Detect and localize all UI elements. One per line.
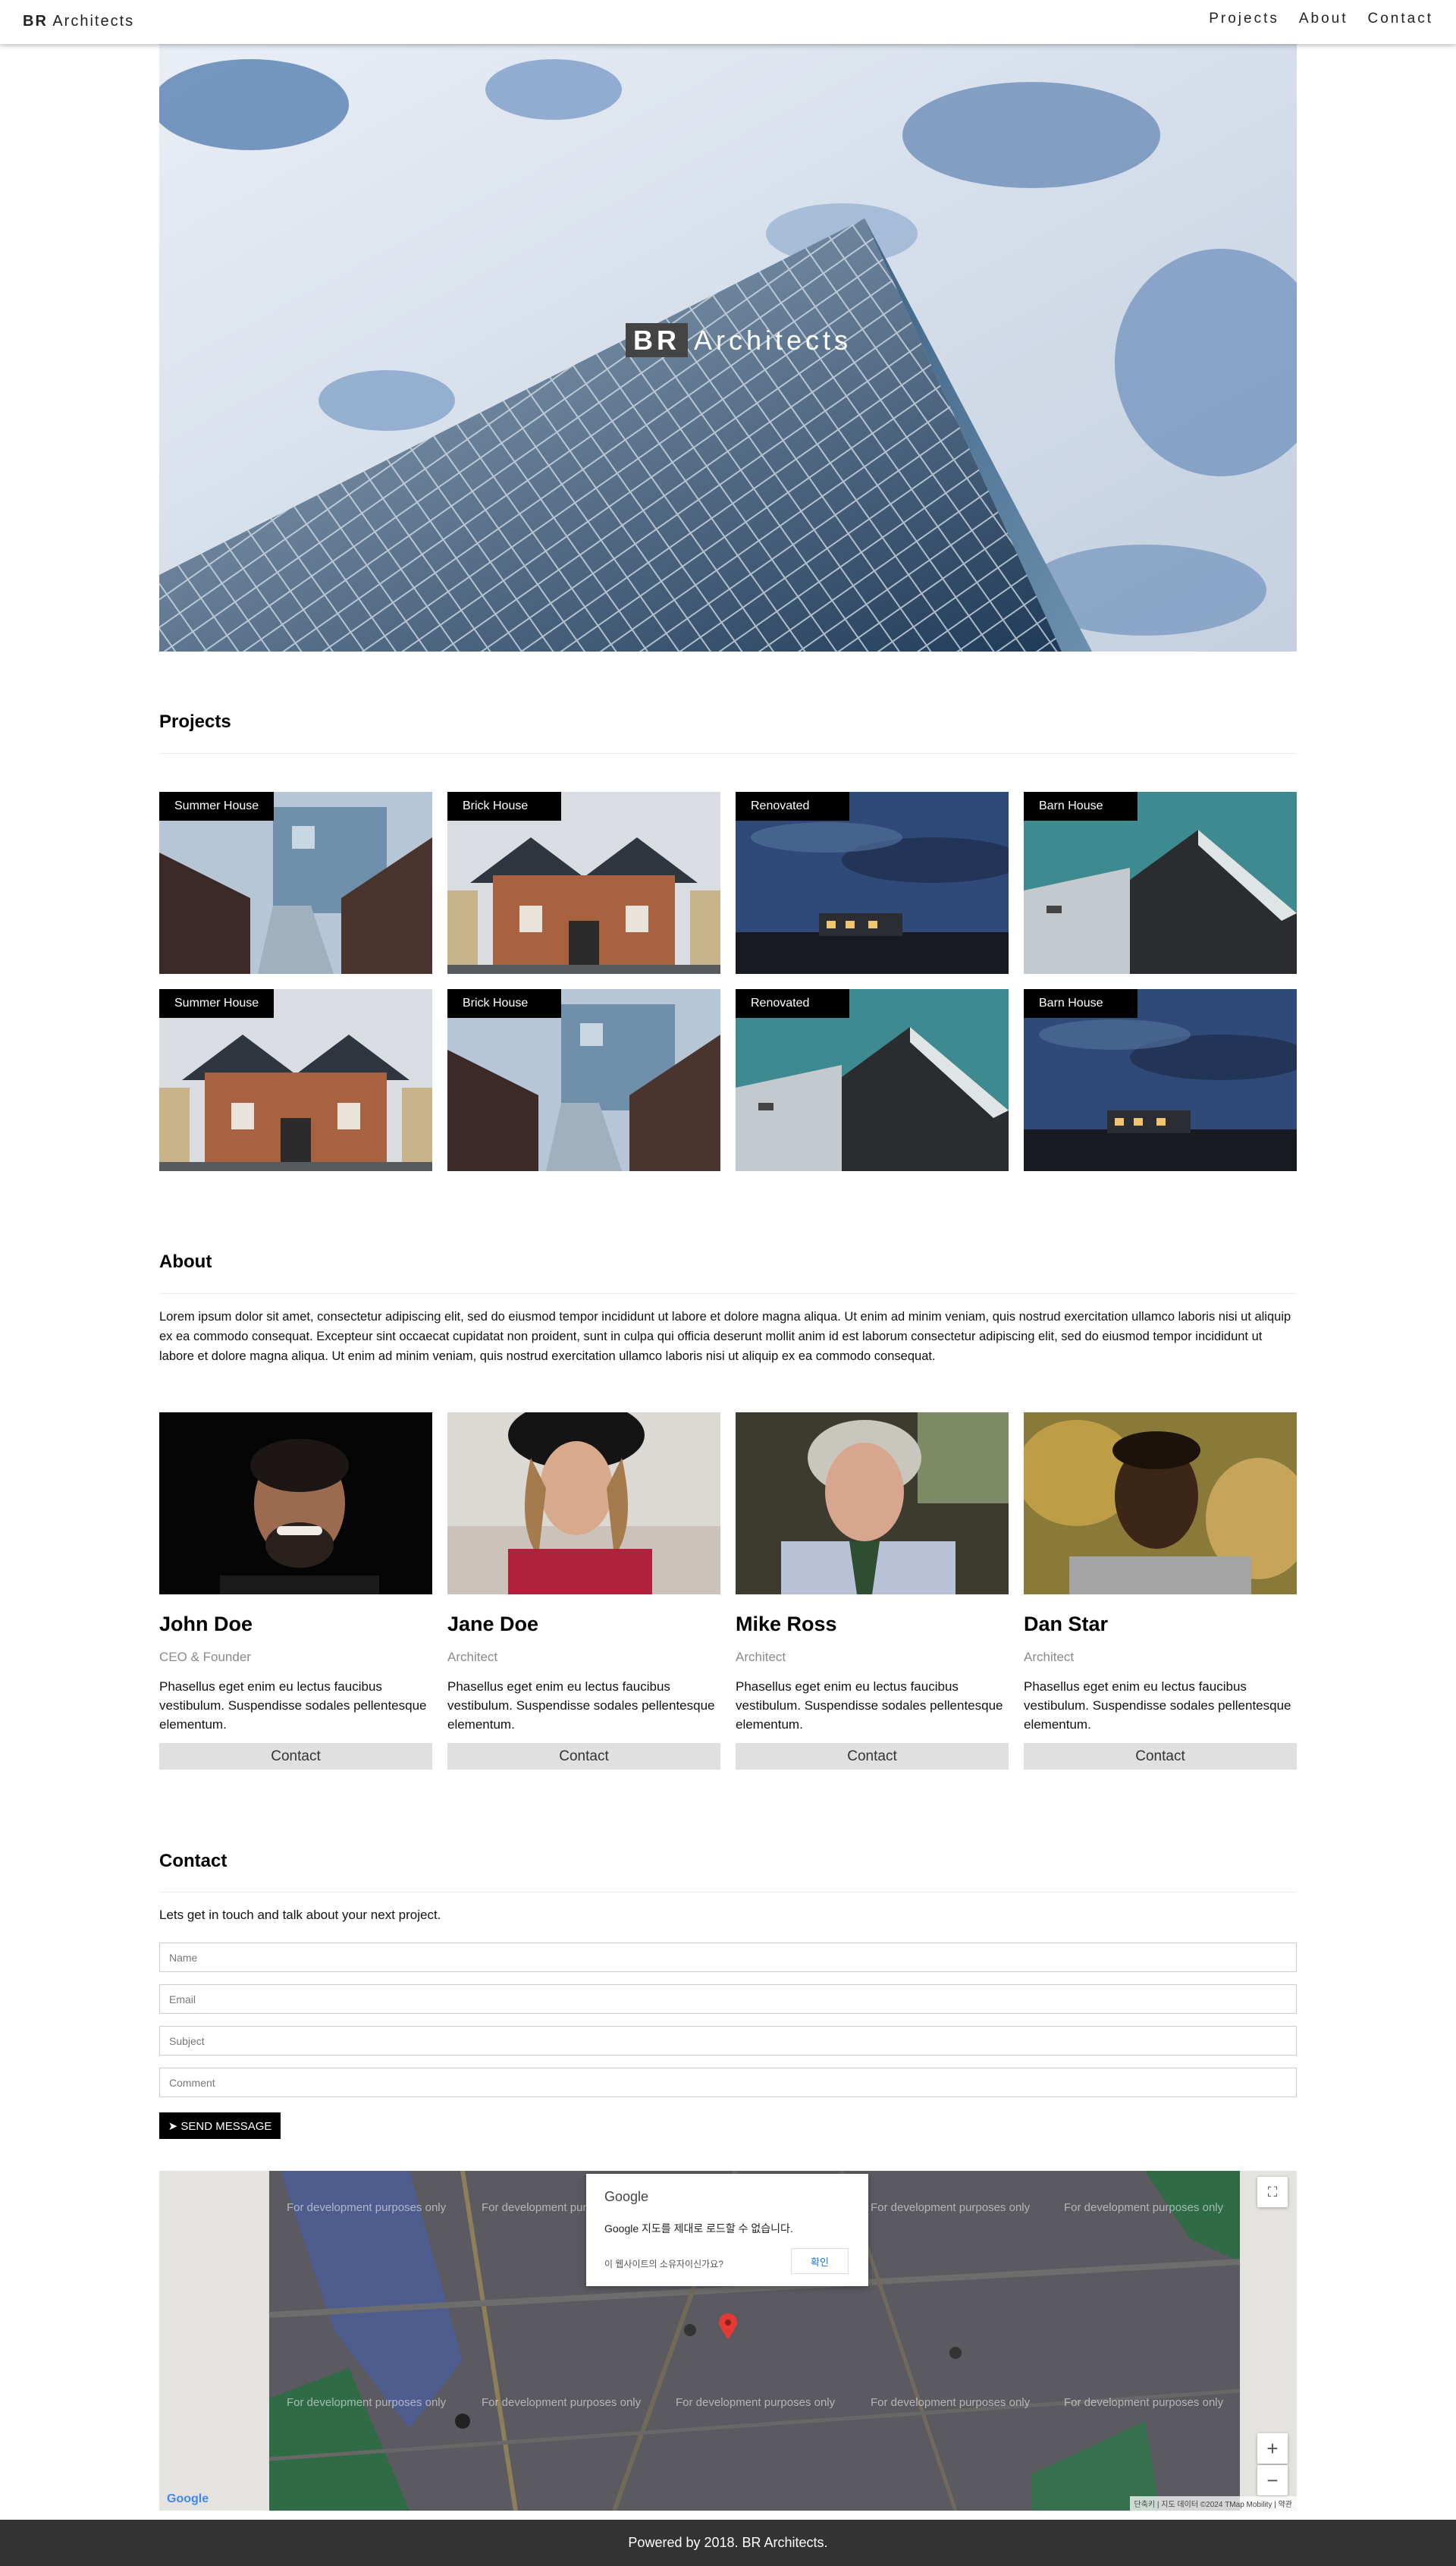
team-role: Architect (447, 1650, 498, 1664)
project-tag: Summer House (159, 989, 275, 1018)
team-card: Mike Ross Architect Phasellus eget enim … (736, 1412, 1009, 1770)
google-logo: Google (167, 2492, 209, 2505)
team-name: Mike Ross (736, 1613, 837, 1635)
team-photo (1024, 1412, 1297, 1594)
team-role: Architect (736, 1650, 786, 1664)
team-bio: Phasellus eget enim eu lectus faucibus v… (159, 1679, 427, 1732)
map-watermark: For development purposes only (482, 2396, 642, 2409)
project-tag: Renovated (736, 792, 849, 821)
team-card: John Doe CEO & Founder Phasellus eget en… (159, 1412, 432, 1770)
team-bio: Phasellus eget enim eu lectus faucibus v… (1024, 1679, 1291, 1732)
contact-button[interactable]: Contact (1024, 1743, 1297, 1770)
team-photo (447, 1412, 720, 1594)
team-role: Architect (1024, 1650, 1075, 1664)
dialog-ok-button[interactable]: 확인 (791, 2248, 849, 2274)
project-card[interactable]: Renovated (736, 792, 1009, 974)
project-tag: Brick House (447, 989, 561, 1018)
team-bio: Phasellus eget enim eu lectus faucibus v… (736, 1679, 1003, 1732)
project-card[interactable]: Barn House (1024, 792, 1297, 974)
map-watermark: For development purposes only (287, 2396, 447, 2409)
project-tag: Brick House (447, 792, 561, 821)
map-attribution[interactable]: 단축키 | 지도 데이터 ©2024 TMap Mobility | 약관 (1129, 2496, 1297, 2511)
hero-banner: BR Architects (159, 44, 1297, 652)
team-card: Jane Doe Architect Phasellus eget enim e… (447, 1412, 720, 1770)
brand-bold: BR (23, 13, 48, 30)
map-watermark: For development purposes only (1064, 2396, 1224, 2409)
map-watermark: For development purposes only (1064, 2201, 1224, 2214)
projects-heading: Projects (159, 711, 231, 732)
nav-link-projects[interactable]: Projects (1209, 11, 1279, 27)
contact-lead: Lets get in touch and talk about your ne… (159, 1908, 441, 1922)
project-card[interactable]: Summer House (159, 989, 432, 1171)
team-card: Dan Star Architect Phasellus eget enim e… (1024, 1412, 1297, 1770)
project-tag: Renovated (736, 989, 849, 1018)
hero-title-rest: Architects (694, 325, 852, 356)
brand-logo[interactable]: BR Architects (23, 13, 134, 30)
project-tag: Barn House (1024, 989, 1138, 1018)
comment-field[interactable] (159, 2068, 1297, 2097)
team-name: Jane Doe (447, 1613, 539, 1635)
brand-rest: Architects (52, 13, 135, 30)
dialog-message: Google 지도를 제대로 로드할 수 없습니다. (604, 2222, 793, 2235)
team-name: John Doe (159, 1613, 253, 1635)
about-heading: About (159, 1252, 212, 1272)
project-card[interactable]: Brick House (447, 792, 720, 974)
zoom-out-button[interactable]: − (1257, 2465, 1288, 2495)
team-role: CEO & Founder (159, 1650, 251, 1664)
nav-link-about[interactable]: About (1299, 11, 1348, 27)
top-navbar: BR Architects Projects About Contact (0, 0, 1456, 44)
send-label: SEND MESSAGE (180, 2119, 272, 2133)
project-card[interactable]: Renovated (736, 989, 1009, 1171)
map-watermark: For development purposes only (871, 2201, 1031, 2214)
project-tag: Summer House (159, 792, 275, 821)
footer-text: Powered by 2018. BR Architects. (628, 2535, 828, 2550)
contact-heading: Contact (159, 1851, 228, 1871)
team-photo (159, 1412, 432, 1594)
paper-plane-icon: ➤ (168, 2119, 178, 2133)
fullscreen-icon[interactable]: ⛶ (1257, 2177, 1288, 2207)
project-card[interactable]: Summer House (159, 792, 432, 974)
about-text: Lorem ipsum dolor sit amet, consectetur … (159, 1310, 1291, 1363)
map-error-dialog: Google Google 지도를 제대로 로드할 수 없습니다. 이 웹사이트… (586, 2174, 868, 2286)
about-divider (159, 1293, 1297, 1294)
dialog-question[interactable]: 이 웹사이트의 소유자이신가요? (604, 2257, 723, 2270)
name-field[interactable] (159, 1943, 1297, 1972)
map-pin-icon[interactable] (719, 2313, 737, 2339)
subject-field[interactable] (159, 2026, 1297, 2056)
dialog-brand: Google (604, 2189, 649, 2204)
email-field[interactable] (159, 1984, 1297, 2014)
map-embed[interactable]: For development purposes only For develo… (159, 2171, 1297, 2511)
project-card[interactable]: Barn House (1024, 989, 1297, 1171)
footer: Powered by 2018. BR Architects. (0, 2520, 1456, 2566)
hero-title: BR Architects (626, 323, 858, 357)
contact-button[interactable]: Contact (159, 1743, 432, 1770)
map-watermark: For development purposes only (871, 2396, 1031, 2409)
map-watermark: For development purposes only (287, 2201, 447, 2214)
send-message-button[interactable]: ➤ SEND MESSAGE (159, 2112, 281, 2139)
hero-title-bold: BR (626, 323, 688, 357)
team-photo (736, 1412, 1009, 1594)
project-tag: Barn House (1024, 792, 1138, 821)
nav-links: Projects About Contact (1209, 11, 1433, 27)
projects-divider (159, 753, 1297, 754)
project-card[interactable]: Brick House (447, 989, 720, 1171)
contact-button[interactable]: Contact (447, 1743, 720, 1770)
team-name: Dan Star (1024, 1613, 1109, 1635)
team-bio: Phasellus eget enim eu lectus faucibus v… (447, 1679, 715, 1732)
map-watermark: For development purposes only (676, 2396, 836, 2409)
nav-link-contact[interactable]: Contact (1368, 11, 1433, 27)
zoom-in-button[interactable]: + (1257, 2433, 1288, 2464)
contact-button[interactable]: Contact (736, 1743, 1009, 1770)
